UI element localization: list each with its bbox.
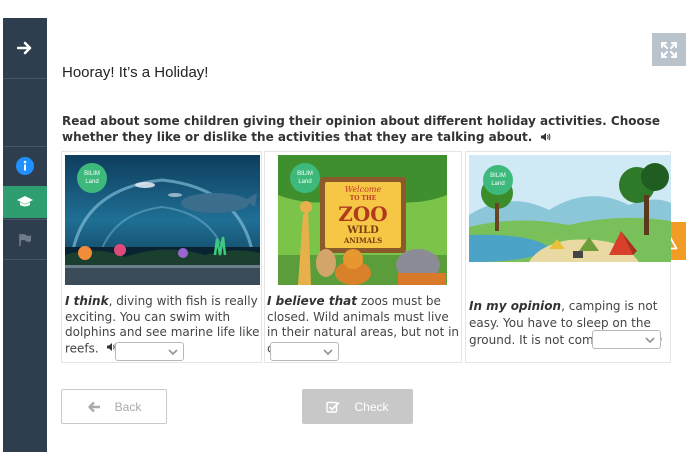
- zoo-sign: Welcome TO THE ZOO WILD ANIMALS: [325, 185, 401, 245]
- next-arrow-button[interactable]: [3, 18, 47, 78]
- aquarium-image: BILIM Land: [65, 155, 260, 285]
- fullscreen-button[interactable]: [652, 33, 686, 66]
- zoo-sign-zoo: ZOO: [338, 202, 388, 226]
- flag-button[interactable]: [3, 221, 47, 259]
- check-button-label: Check: [354, 399, 389, 414]
- info-button[interactable]: [3, 148, 47, 184]
- chevron-down-icon: [168, 349, 178, 356]
- sidebar: [3, 18, 47, 452]
- like-dislike-select[interactable]: [592, 330, 661, 349]
- activity-card-zoo: Welcome TO THE ZOO WILD ANIMALS BILIM La…: [264, 151, 462, 363]
- opinion-phrase: I think: [65, 294, 109, 308]
- back-button-label: Back: [114, 399, 142, 414]
- lesson-button[interactable]: [3, 186, 47, 218]
- chevron-down-icon: [645, 337, 655, 344]
- like-dislike-select[interactable]: [115, 342, 184, 361]
- activity-card-camping: BILIM Land In my opinion, camping is not…: [465, 151, 671, 363]
- graduation-cap-icon: [17, 196, 33, 207]
- checkbox-check-icon: [326, 401, 341, 413]
- opinion-phrase: I believe that: [267, 294, 357, 308]
- bilimland-logo: BILIM Land: [77, 163, 107, 193]
- check-button[interactable]: Check: [302, 389, 413, 424]
- expand-icon: [661, 41, 677, 58]
- camping-image: BILIM Land: [469, 155, 671, 262]
- arrow-right-icon: [17, 41, 32, 55]
- zoo-sign-animals: ANIMALS: [343, 236, 383, 245]
- zoo-sign-welcome: Welcome: [344, 185, 382, 194]
- page-title: Hooray! It’s a Holiday!: [62, 64, 209, 81]
- bilimland-logo: BILIM Land: [483, 165, 513, 195]
- instructions-text: Read about some children giving their op…: [62, 114, 661, 144]
- opinion-phrase: In my opinion: [469, 299, 562, 313]
- arrow-left-icon: [87, 401, 100, 412]
- instructions: Read about some children giving their op…: [62, 113, 668, 146]
- chevron-down-icon: [323, 349, 333, 356]
- back-button[interactable]: Back: [61, 389, 167, 424]
- activity-card-aquarium: BILIM Land I think, diving with fish is …: [61, 151, 262, 363]
- like-dislike-select[interactable]: [270, 342, 339, 361]
- info-icon: [16, 157, 34, 175]
- zoo-image: Welcome TO THE ZOO WILD ANIMALS BILIM La…: [278, 155, 447, 285]
- bilimland-logo: BILIM Land: [290, 163, 320, 193]
- speaker-icon[interactable]: [540, 130, 551, 146]
- zoo-sign-wild: WILD: [347, 225, 379, 236]
- flag-icon: [19, 234, 31, 246]
